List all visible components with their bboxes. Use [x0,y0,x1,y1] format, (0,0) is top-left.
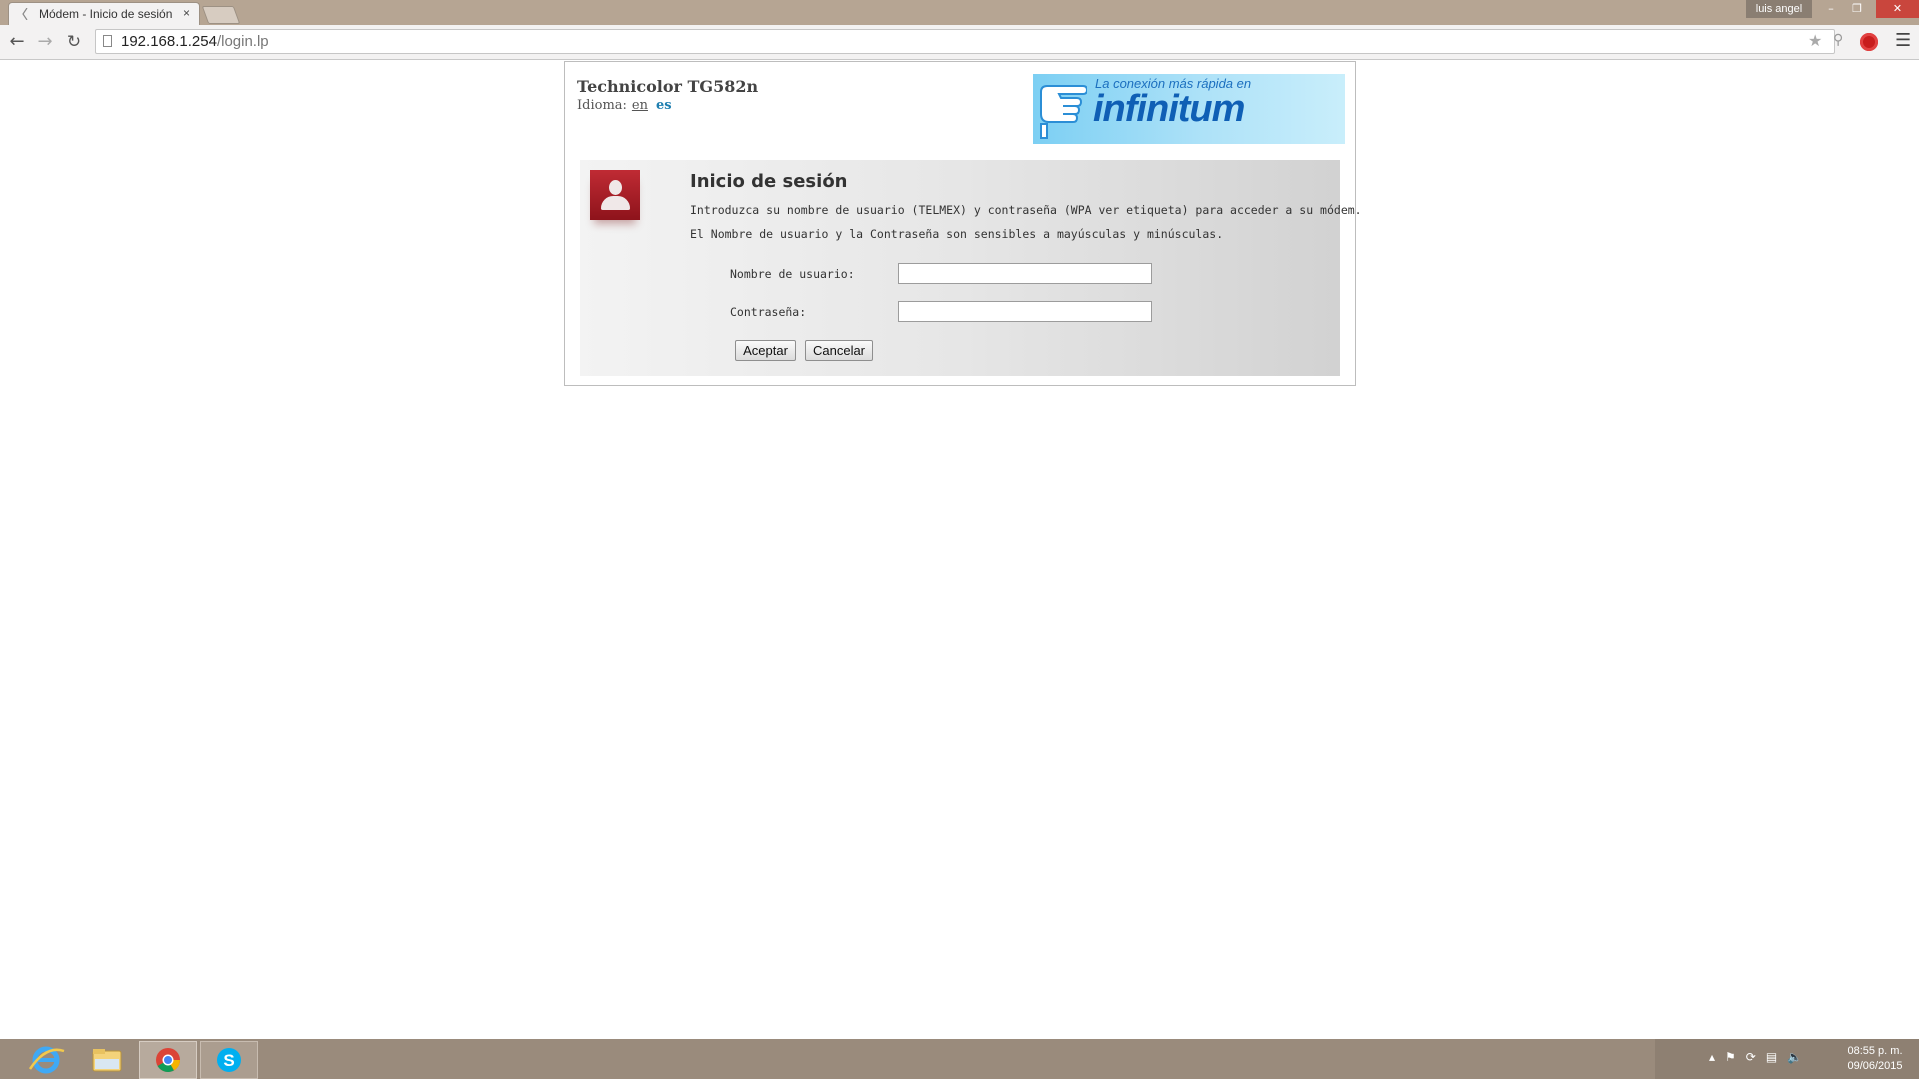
system-tray: ▴⚑⟳▤🔈 08:55 p. m. 09/06/2015 [1655,1039,1919,1079]
banner-brand: infinitum [1093,88,1245,130]
language-link-es[interactable]: es [656,98,672,113]
tab-title: Módem - Inicio de sesión [39,7,173,21]
skype-icon[interactable]: S [200,1041,258,1079]
volume-icon[interactable]: 🔈 [1787,1050,1812,1064]
user-icon [590,170,640,220]
language-selector: Idioma: en es [577,98,672,113]
modem-page-container: Technicolor TG582n Idioma: en es La conexi… [564,61,1362,386]
language-label: Idioma: [577,98,627,113]
url-host: 192.168.1.254 [121,33,217,50]
clock-time: 08:55 p. m. [1847,1045,1903,1057]
file-explorer-icon[interactable] [78,1041,136,1079]
forward-arrow-icon[interactable]: → [34,31,56,53]
user-icon-body [601,196,630,210]
modem-model-title: Technicolor TG582n [577,77,759,96]
key-icon[interactable]: ⚲ [1833,32,1843,48]
login-instructions: Introduzca su nombre de usuario (TELMEX)… [690,203,1362,217]
skype-glyph: S [217,1048,241,1072]
page-icon [103,35,112,47]
svg-text:S: S [223,1051,234,1070]
back-arrow-icon[interactable]: ← [6,31,28,53]
pointing-hand-icon [1040,85,1087,139]
extension-icon[interactable] [1860,33,1878,51]
accept-button[interactable]: Aceptar [735,340,796,361]
tab-close-icon[interactable]: × [183,6,190,20]
browser-titlebar: Módem - Inicio de sesión × luis angel – … [0,0,1919,25]
folder-glyph [92,1049,122,1072]
hamburger-menu-icon[interactable]: ☰ [1895,30,1911,51]
login-panel: Inicio de sesión Introduzca su nombre de… [580,160,1362,376]
minimize-window-button[interactable]: – [1818,0,1844,18]
username-label: Nombre de usuario: [730,267,855,281]
tab-modem-login[interactable]: Módem - Inicio de sesión × [8,2,200,25]
address-bar[interactable]: 192.168.1.254/login.lp ★ ⚲ [95,29,1843,54]
infinitum-banner: La conexión más rápida en infinitum [1033,74,1345,144]
address-url[interactable]: 192.168.1.254/login.lp [121,33,269,50]
page-favicon-icon [22,8,28,20]
sync-icon[interactable]: ⟳ [1746,1050,1766,1064]
user-icon-head [609,180,622,195]
show-hidden-icons-icon[interactable]: ▴ [1709,1050,1725,1064]
tray-icons[interactable]: ▴⚑⟳▤🔈 [1709,1050,1812,1064]
url-path: /login.lp [216,33,269,50]
chrome-icon[interactable] [139,1041,197,1079]
windows-taskbar: S ▴⚑⟳▤🔈 08:55 p. m. 09/06/2015 [0,1039,1919,1079]
network-icon[interactable]: ▤ [1766,1050,1787,1064]
internet-explorer-icon[interactable] [18,1041,76,1079]
language-link-en[interactable]: en [632,98,648,113]
login-title: Inicio de sesión [690,171,848,192]
profile-user-badge[interactable]: luis angel [1746,0,1812,18]
internet-explorer-glyph [28,1046,65,1074]
login-case-note: El Nombre de usuario y la Contraseña son… [690,227,1224,241]
clock-date: 09/06/2015 [1847,1060,1903,1072]
bookmark-star-icon[interactable]: ★ [1808,31,1822,50]
chrome-glyph [156,1048,180,1073]
new-tab-button[interactable] [201,6,241,24]
cancel-button[interactable]: Cancelar [805,340,873,361]
password-input[interactable] [898,301,1152,322]
close-window-button[interactable]: ✕ [1876,0,1919,18]
password-label: Contraseña: [730,305,807,319]
restore-window-button[interactable]: ❐ [1844,0,1870,18]
taskbar-clock[interactable]: 08:55 p. m. 09/06/2015 [1835,1044,1915,1074]
username-input[interactable] [898,263,1152,284]
action-center-flag-icon[interactable]: ⚑ [1725,1050,1746,1064]
browser-toolbar: ← → ↻ 192.168.1.254/login.lp ★ ⚲ ☰ [0,25,1919,60]
reload-icon[interactable]: ↻ [63,31,85,53]
